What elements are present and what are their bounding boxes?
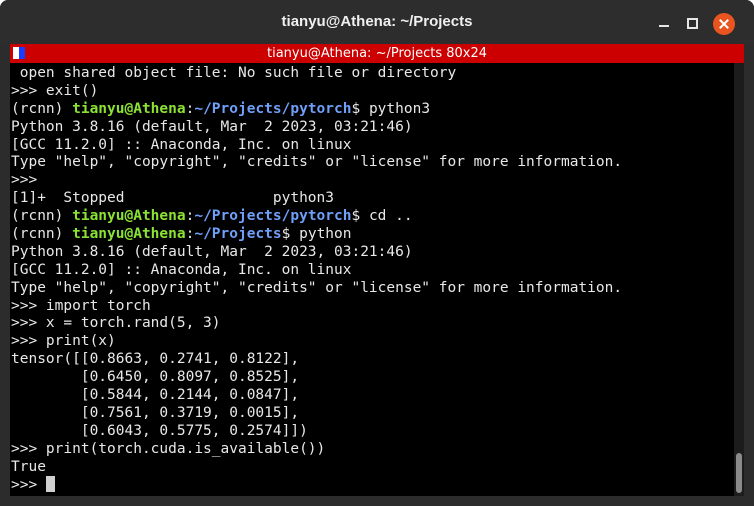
terminal-text-span: $ python xyxy=(281,226,352,243)
terminal-text-span: (rcnn) xyxy=(11,100,73,117)
terminal-text-span: [GCC 11.2.0] :: Anaconda, Inc. on linux xyxy=(11,261,352,278)
terminal-output[interactable]: open shared object file: No such file or… xyxy=(10,63,734,496)
terminal-text-span: [1]+ Stopped python3 xyxy=(11,190,335,207)
terminal-text-span: [0.5844, 0.2144, 0.0847], xyxy=(11,387,300,404)
text-cursor xyxy=(45,476,55,493)
terminal-text-span: >>> xyxy=(11,477,46,494)
terminal-line: >>> print(torch.cuda.is_available()) xyxy=(11,441,622,459)
prompt-user-host: tianyu@Athena xyxy=(72,226,186,243)
terminal-text-span: >>> xyxy=(11,172,38,189)
terminal-text-span: tensor([[0.8663, 0.2741, 0.8122], xyxy=(11,351,300,368)
terminal-text-span: >>> x = torch.rand(5, 3) xyxy=(11,315,221,332)
terminal-line: True xyxy=(11,459,622,477)
terminal-text-span: [GCC 11.2.0] :: Anaconda, Inc. on linux xyxy=(11,136,352,153)
xterm-title-bar[interactable]: tianyu@Athena: ~/Projects 80x24 xyxy=(10,44,744,63)
xterm-title: tianyu@Athena: ~/Projects 80x24 xyxy=(267,46,487,61)
terminal-line: (rcnn) tianyu@Athena:~/Projects$ python xyxy=(11,226,622,244)
minimize-icon[interactable] xyxy=(654,13,674,33)
terminal-line: >>> exit() xyxy=(11,83,622,101)
terminal-text-span: Type "help", "copyright", "credits" or "… xyxy=(11,154,623,171)
terminal-line: Type "help", "copyright", "credits" or "… xyxy=(11,280,622,298)
terminal-line: [GCC 11.2.0] :: Anaconda, Inc. on linux xyxy=(11,262,622,280)
terminal-line: open shared object file: No such file or… xyxy=(11,65,622,83)
scrollbar-thumb[interactable] xyxy=(736,453,742,493)
prompt-path: ~/Projects/pytorch xyxy=(194,208,352,225)
prompt-user-host: tianyu@Athena xyxy=(72,208,186,225)
terminal-line: >>> import torch xyxy=(11,298,622,316)
terminal-window: tianyu@Athena: ~/Projects tianyu@Athena:… xyxy=(0,0,754,506)
terminal-text-span: (rcnn) xyxy=(11,226,73,243)
maximize-icon[interactable] xyxy=(682,13,702,33)
terminal-line: [0.6450, 0.8097, 0.8525], xyxy=(11,369,622,387)
window-title: tianyu@Athena: ~/Projects xyxy=(281,13,473,30)
terminal-line: Python 3.8.16 (default, Mar 2 2023, 03:2… xyxy=(11,244,622,262)
terminal-text-span: Python 3.8.16 (default, Mar 2 2023, 03:2… xyxy=(11,118,413,135)
window-titlebar[interactable]: tianyu@Athena: ~/Projects xyxy=(0,0,754,44)
terminal-line: (rcnn) tianyu@Athena:~/Projects/pytorch$… xyxy=(11,101,622,119)
terminal-text-span: [0.6450, 0.8097, 0.8525], xyxy=(11,369,300,386)
terminal-line: [0.5844, 0.2144, 0.0847], xyxy=(11,387,622,405)
terminal-text-span: $ python3 xyxy=(351,100,431,117)
terminal-text-span: (rcnn) xyxy=(11,208,73,225)
prompt-path: ~/Projects/pytorch xyxy=(194,100,352,117)
terminal-line: >>> x = torch.rand(5, 3) xyxy=(11,315,622,333)
terminal-text-span: [0.6043, 0.5775, 0.2574]]) xyxy=(11,422,308,439)
terminal-line: >>> xyxy=(11,476,622,494)
terminal-line: >>> xyxy=(11,172,622,190)
terminal-text-span: >>> exit() xyxy=(11,82,99,99)
terminal-text-span: open shared object file: No such file or… xyxy=(11,65,457,81)
terminal-text-span: Python 3.8.16 (default, Mar 2 2023, 03:2… xyxy=(11,243,413,260)
terminal-text: open shared object file: No such file or… xyxy=(11,65,622,494)
terminal-line: [GCC 11.2.0] :: Anaconda, Inc. on linux xyxy=(11,137,622,155)
terminal-text-span: >>> import torch xyxy=(11,297,151,314)
terminal-text-span: >>> print(x) xyxy=(11,333,116,350)
terminal-line: [0.6043, 0.5775, 0.2574]]) xyxy=(11,423,622,441)
prompt-path: ~/Projects xyxy=(194,226,282,243)
terminal-text-span: >>> print(torch.cuda.is_available()) xyxy=(11,440,326,457)
terminal-line: [1]+ Stopped python3 xyxy=(11,190,622,208)
terminal-line: (rcnn) tianyu@Athena:~/Projects/pytorch$… xyxy=(11,208,622,226)
window-bottom-border xyxy=(0,496,754,506)
close-icon[interactable] xyxy=(713,13,735,35)
terminal-text-span: True xyxy=(11,458,46,475)
terminal-line: tensor([[0.8663, 0.2741, 0.8122], xyxy=(11,351,622,369)
terminal-text-span: $ cd .. xyxy=(351,208,413,225)
prompt-user-host: tianyu@Athena xyxy=(72,100,186,117)
terminal-line: >>> print(x) xyxy=(11,333,622,351)
terminal-line: Type "help", "copyright", "credits" or "… xyxy=(11,154,622,172)
terminal-scrollbar[interactable] xyxy=(734,63,744,496)
terminal-text-span: Type "help", "copyright", "credits" or "… xyxy=(11,279,623,296)
terminal-line: Python 3.8.16 (default, Mar 2 2023, 03:2… xyxy=(11,119,622,137)
terminal-line: [0.7561, 0.3719, 0.0015], xyxy=(11,405,622,423)
terminal-text-span: [0.7561, 0.3719, 0.0015], xyxy=(11,404,300,421)
